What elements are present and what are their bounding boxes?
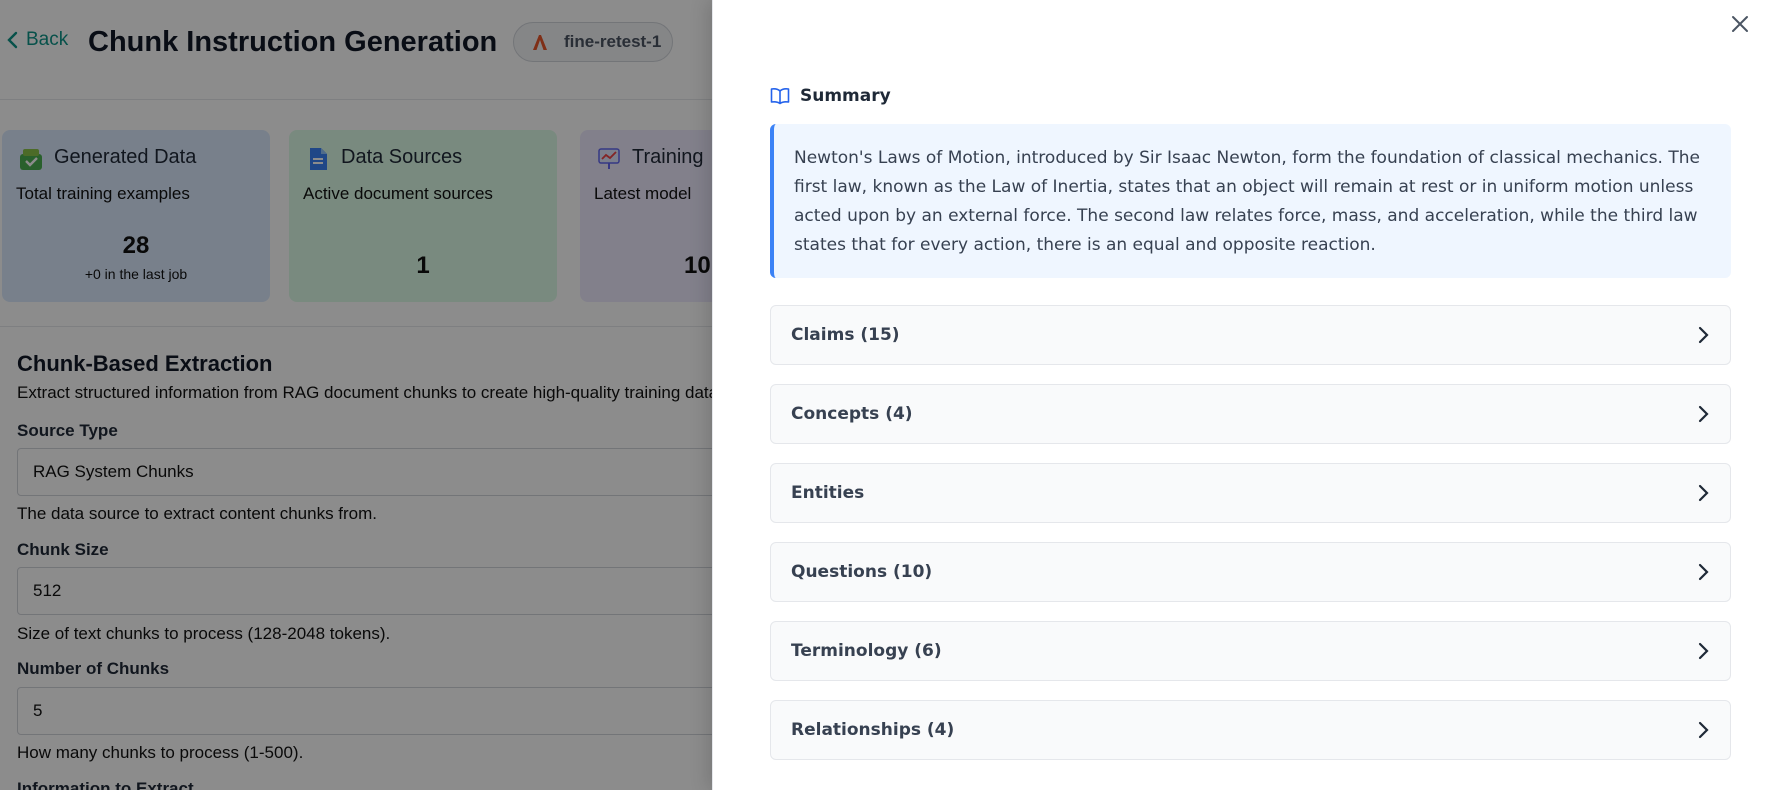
- section-claims[interactable]: Claims (15): [770, 305, 1731, 365]
- chevron-right-icon: [1698, 563, 1709, 581]
- chevron-right-icon: [1698, 405, 1709, 423]
- section-label: Relationships (4): [791, 720, 955, 740]
- section-label: Terminology (6): [791, 641, 942, 661]
- section-label: Questions (10): [791, 562, 933, 582]
- section-relationships[interactable]: Relationships (4): [770, 700, 1731, 760]
- section-entities[interactable]: Entities: [770, 463, 1731, 523]
- section-questions[interactable]: Questions (10): [770, 542, 1731, 602]
- chevron-right-icon: [1698, 484, 1709, 502]
- section-label: Concepts (4): [791, 404, 913, 424]
- chevron-right-icon: [1698, 642, 1709, 660]
- chevron-right-icon: [1698, 721, 1709, 739]
- section-terminology[interactable]: Terminology (6): [770, 621, 1731, 681]
- section-label: Entities: [791, 483, 865, 503]
- details-drawer: Summary Newton's Laws of Motion, introdu…: [712, 0, 1770, 790]
- summary-text: Newton's Laws of Motion, introduced by S…: [794, 148, 1700, 255]
- chevron-right-icon: [1698, 326, 1709, 344]
- section-concepts[interactable]: Concepts (4): [770, 384, 1731, 444]
- close-icon[interactable]: [1728, 12, 1752, 36]
- summary-header: Summary: [770, 86, 891, 106]
- section-label: Claims (15): [791, 325, 900, 345]
- summary-box: Newton's Laws of Motion, introduced by S…: [770, 124, 1731, 278]
- summary-label: Summary: [800, 86, 891, 106]
- book-open-icon: [770, 88, 790, 105]
